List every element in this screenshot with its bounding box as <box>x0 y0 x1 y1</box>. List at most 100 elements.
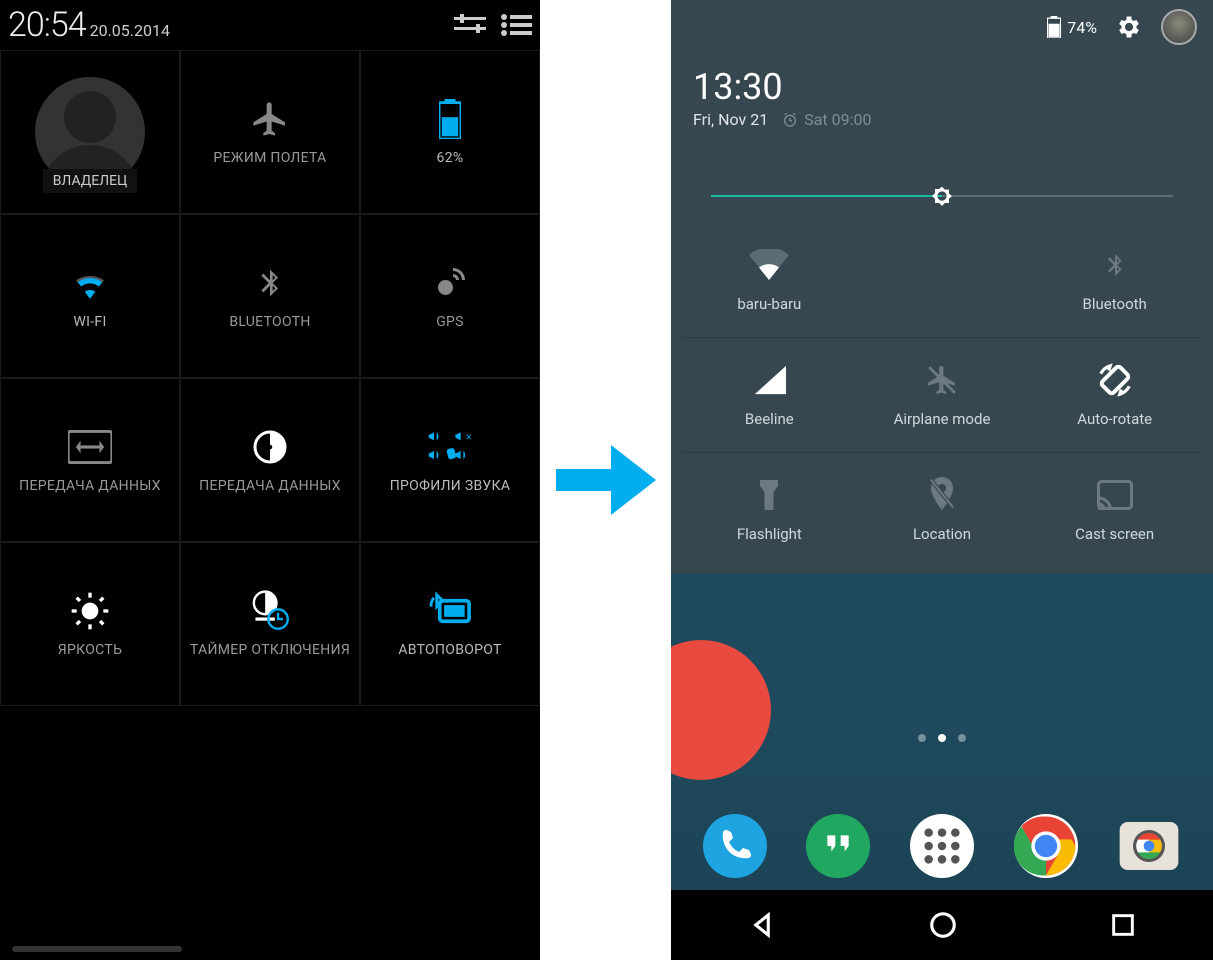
phone-app[interactable] <box>699 810 771 882</box>
wifi-icon <box>69 262 111 304</box>
auto-rotate-icon <box>1096 362 1134 398</box>
flashlight-label: Flashlight <box>737 525 802 543</box>
status-date: 20.05.2014 <box>90 21 170 40</box>
gps-tile[interactable]: GPS <box>360 214 540 378</box>
clock-area: 20:54 20.05.2014 <box>8 5 170 45</box>
timer-tile[interactable]: ТАЙМЕР ОТКЛЮЧЕНИЯ <box>180 542 360 706</box>
airplane-label: Airplane mode <box>894 410 991 428</box>
sound-profile-icon: × <box>426 426 474 468</box>
hangouts-app[interactable] <box>802 810 874 882</box>
back-button[interactable] <box>747 910 777 940</box>
bluetooth-tile[interactable]: Bluetooth <box>1028 227 1201 333</box>
app-drawer[interactable] <box>906 810 978 882</box>
chrome-app[interactable] <box>1010 810 1082 882</box>
sound-tile[interactable]: × ПРОФИЛИ ЗВУКА <box>360 378 540 542</box>
rotate-label: Auto-rotate <box>1077 410 1152 428</box>
gps-icon <box>432 262 468 304</box>
cast-label: Cast screen <box>1075 525 1154 543</box>
airplane-icon <box>250 98 290 140</box>
alarm-icon <box>782 112 798 128</box>
data2-tile[interactable]: ПЕРЕДАЧА ДАННЫХ <box>180 378 360 542</box>
location-icon <box>928 477 956 513</box>
brightness-label: ЯРКОСТЬ <box>58 642 122 658</box>
status-bar: 74% <box>671 0 1213 54</box>
list-settings-icon[interactable] <box>500 9 532 41</box>
wifi-label: baru-baru <box>737 295 801 313</box>
page-indicator <box>671 734 1213 742</box>
app-dock <box>671 810 1213 882</box>
data1-label: ПЕРЕДАЧА ДАННЫХ <box>19 478 161 494</box>
brightness-fill <box>711 195 942 197</box>
qs-panel: 74% 13:30 Fri, Nov 21 Sat 09:00 <box>671 0 1213 573</box>
flashlight-tile[interactable]: Flashlight <box>683 457 856 563</box>
wifi-icon <box>749 247 789 283</box>
timer-icon <box>249 590 291 632</box>
bluetooth-label: BLUETOOTH <box>229 314 310 330</box>
bluetooth-tile[interactable]: BLUETOOTH <box>180 214 360 378</box>
owner-tile[interactable]: ВЛАДЕЛЕЦ <box>0 50 180 214</box>
profile-avatar[interactable] <box>1161 9 1197 45</box>
wifi-tile[interactable]: baru-baru <box>683 227 856 333</box>
status-bar: 20:54 20.05.2014 <box>0 0 540 50</box>
airplane-label: РЕЖИМ ПОЛЕТА <box>213 150 326 166</box>
data1-tile[interactable]: ПЕРЕДАЧА ДАННЫХ <box>0 378 180 542</box>
battery-status: 74% <box>1047 16 1097 38</box>
comparison-arrow <box>540 0 671 960</box>
data2-label: ПЕРЕДАЧА ДАННЫХ <box>199 478 341 494</box>
wifi-tile[interactable]: WI-FI <box>0 214 180 378</box>
battery-label: 62% <box>437 150 464 166</box>
brightness-slider[interactable] <box>683 177 1201 227</box>
signal-icon <box>752 362 786 398</box>
brightness-tile[interactable]: ЯРКОСТЬ <box>0 542 180 706</box>
sound-label: ПРОФИЛИ ЗВУКА <box>390 478 511 494</box>
brightness-icon <box>70 590 110 632</box>
signal-label: Beeline <box>745 410 794 428</box>
dot-active <box>938 734 946 742</box>
qs-body: baru-baru Bluetooth Beeline Airplane mod… <box>683 161 1201 573</box>
data-transfer-icon <box>68 426 112 468</box>
svg-text:×: × <box>466 430 472 443</box>
battery-tile[interactable]: 62% <box>360 50 540 214</box>
panel-header: 13:30 Fri, Nov 21 Sat 09:00 <box>671 54 1213 145</box>
lollipop-quicksettings: 74% 13:30 Fri, Nov 21 Sat 09:00 <box>671 0 1213 960</box>
rotate-tile[interactable]: АВТОПОВОРОТ <box>360 542 540 706</box>
bluetooth-icon <box>254 262 286 304</box>
bluetooth-icon <box>1102 247 1128 283</box>
signal-tile[interactable]: Beeline <box>683 342 856 448</box>
airplane-tile[interactable]: Airplane mode <box>856 342 1029 448</box>
airplane-tile[interactable]: РЕЖИМ ПОЛЕТА <box>180 50 360 214</box>
rotate-tile[interactable]: Auto-rotate <box>1028 342 1201 448</box>
panel-time: 13:30 <box>693 66 1191 108</box>
location-tile[interactable]: Location <box>856 457 1029 563</box>
rotate-label: АВТОПОВОРОТ <box>398 642 501 658</box>
gps-label: GPS <box>436 314 464 330</box>
flashlight-icon <box>757 477 781 513</box>
camera-app[interactable] <box>1113 810 1185 882</box>
battery-icon <box>439 98 461 140</box>
brightness-thumb-icon[interactable] <box>928 182 956 210</box>
timer-label: ТАЙМЕР ОТКЛЮЧЕНИЯ <box>190 642 350 658</box>
auto-rotate-icon <box>428 590 472 632</box>
equalizer-icon[interactable] <box>454 9 486 41</box>
cast-tile[interactable]: Cast screen <box>1028 457 1201 563</box>
battery-pct: 74% <box>1067 18 1097 37</box>
wifi-label: WI-FI <box>73 314 106 330</box>
airplane-icon <box>925 362 959 398</box>
nav-bar <box>671 890 1213 960</box>
cast-icon <box>1097 477 1133 513</box>
settings-icon[interactable] <box>1115 13 1143 41</box>
clock-time: 20:54 <box>8 5 86 45</box>
panel-alarm: Sat 09:00 <box>782 110 871 129</box>
old-android-quicksettings: 20:54 20.05.2014 ВЛАДЕЛЕЦ РЕЖИМ ПОЛЕТА <box>0 0 540 960</box>
battery-icon <box>1047 16 1061 38</box>
recents-button[interactable] <box>1109 911 1137 939</box>
panel-date: Fri, Nov 21 <box>693 110 768 129</box>
bluetooth-label: Bluetooth <box>1083 295 1147 313</box>
bottom-scrollbar[interactable] <box>12 946 182 952</box>
home-button[interactable] <box>928 910 958 940</box>
dot <box>918 734 926 742</box>
dot <box>958 734 966 742</box>
location-label: Location <box>913 525 971 543</box>
clock-data-icon <box>252 426 288 468</box>
owner-label: ВЛАДЕЛЕЦ <box>43 169 138 193</box>
